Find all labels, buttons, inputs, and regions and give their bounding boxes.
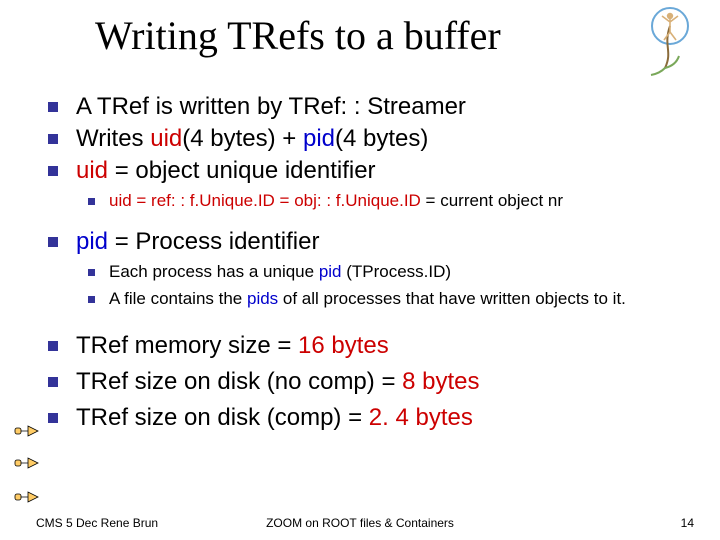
text-fragment: = current object nr: [421, 191, 563, 210]
text-fragment: TRef size on disk (comp) =: [76, 404, 369, 431]
bullet-marker: [48, 102, 58, 112]
footer-page-number: 14: [681, 516, 694, 530]
text-fragment-blue: pids: [247, 289, 278, 308]
bullet-text: pid = Process identifier: [76, 227, 319, 257]
bullet-level1: TRef memory size = 16 bytes: [48, 331, 692, 361]
bullet-level2: Each process has a unique pid (TProcess.…: [88, 261, 692, 284]
bullet-marker: [48, 377, 58, 387]
bullet-text: Writes uid(4 bytes) + pid(4 bytes): [76, 124, 428, 154]
text-fragment-blue: pid: [76, 228, 108, 255]
bullet-text: uid = ref: : f.Unique.ID = obj: : f.Uniq…: [109, 190, 563, 213]
bullet-marker: [88, 269, 95, 276]
bottom-bullet-group: TRef memory size = 16 bytes TRef size on…: [48, 331, 692, 433]
text-fragment-red: 16 bytes: [298, 332, 389, 359]
text-fragment: (TProcess.ID): [342, 262, 452, 281]
footer-center: ZOOM on ROOT files & Containers: [0, 516, 720, 530]
text-fragment: (4 bytes): [335, 125, 428, 152]
bullet-text: uid = object unique identifier: [76, 156, 376, 186]
text-fragment: = object unique identifier: [108, 157, 376, 184]
bullet-level2: A file contains the pids of all processe…: [88, 288, 692, 311]
bullet-marker: [48, 413, 58, 423]
text-fragment: = Process identifier: [108, 228, 319, 255]
text-fragment: of all processes that have written objec…: [278, 289, 626, 308]
bullet-text: TRef size on disk (comp) = 2. 4 bytes: [76, 403, 473, 433]
bullet-text: TRef memory size = 16 bytes: [76, 331, 389, 361]
text-fragment: A file contains the: [109, 289, 247, 308]
bullet-marker: [48, 237, 58, 247]
text-fragment: Writes: [76, 125, 150, 152]
text-fragment-blue: pid: [303, 125, 335, 152]
pointing-hand-icon: [14, 420, 40, 442]
bullet-text: A TRef is written by TRef: : Streamer: [76, 92, 466, 122]
bullet-marker: [48, 341, 58, 351]
pointing-hand-icon: [14, 452, 40, 474]
text-fragment: TRef memory size =: [76, 332, 298, 359]
bullet-marker: [88, 296, 95, 303]
bullet-level1: TRef size on disk (no comp) = 8 bytes: [48, 367, 692, 397]
bullet-text: A file contains the pids of all processe…: [109, 288, 626, 311]
text-fragment-red: uid = ref: : f.Unique.ID = obj: : f.Uniq…: [109, 191, 421, 210]
text-fragment-blue: pid: [319, 262, 342, 281]
corner-logo: [643, 6, 698, 76]
bullet-marker: [48, 166, 58, 176]
slide-footer: CMS 5 Dec Rene Brun ZOOM on ROOT files &…: [0, 512, 720, 530]
bullet-level2: uid = ref: : f.Unique.ID = obj: : f.Uniq…: [88, 190, 692, 213]
slide-title: Writing TRefs to a buffer: [95, 12, 501, 59]
bullet-text: TRef size on disk (no comp) = 8 bytes: [76, 367, 480, 397]
text-fragment-red: 2. 4 bytes: [369, 404, 473, 431]
text-fragment-red: uid: [150, 125, 182, 152]
pointing-hand-icon: [14, 486, 40, 508]
bullet-marker: [88, 198, 95, 205]
bullet-level1: A TRef is written by TRef: : Streamer: [48, 92, 692, 122]
text-fragment: Each process has a unique: [109, 262, 319, 281]
bullet-text: Each process has a unique pid (TProcess.…: [109, 261, 451, 284]
bullet-level1: pid = Process identifier: [48, 227, 692, 257]
slide: Writing TRefs to a buffer A TRef is writ…: [0, 0, 720, 540]
bullet-level1: Writes uid(4 bytes) + pid(4 bytes): [48, 124, 692, 154]
text-fragment: (4 bytes) +: [182, 125, 303, 152]
text-fragment-red: 8 bytes: [402, 368, 479, 395]
bullet-level1: uid = object unique identifier: [48, 156, 692, 186]
bullet-level1: TRef size on disk (comp) = 2. 4 bytes: [48, 403, 692, 433]
content-area: A TRef is written by TRef: : Streamer Wr…: [48, 90, 692, 433]
bullet-marker: [48, 134, 58, 144]
text-fragment: TRef size on disk (no comp) =: [76, 368, 402, 395]
text-fragment-red: uid: [76, 157, 108, 184]
